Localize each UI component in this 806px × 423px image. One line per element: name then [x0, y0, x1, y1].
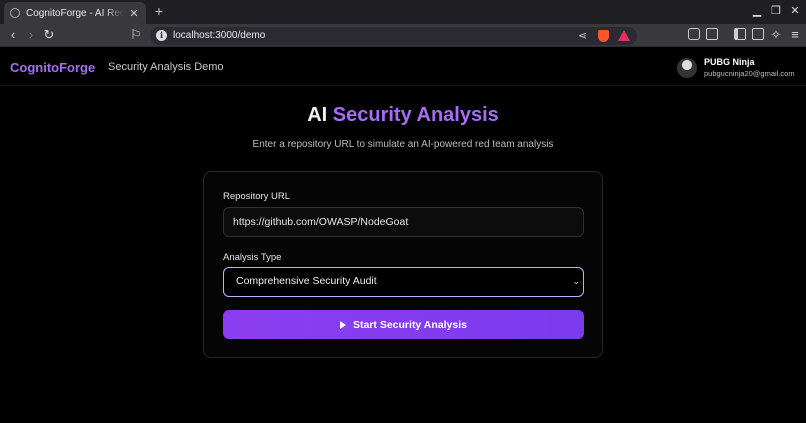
forward-icon[interactable]: › — [23, 27, 39, 43]
analysis-type-select[interactable]: Comprehensive Security Audit ⌄ — [223, 267, 584, 297]
start-analysis-button[interactable]: Start Security Analysis — [223, 310, 584, 339]
start-analysis-label: Start Security Analysis — [353, 318, 467, 331]
globe-icon — [10, 8, 20, 18]
info-icon[interactable]: i — [156, 30, 167, 41]
nav-link-security-demo[interactable]: Security Analysis Demo — [108, 61, 224, 73]
brave-rewards-icon[interactable] — [618, 30, 630, 41]
leo-icon[interactable] — [752, 28, 764, 40]
browser-tab[interactable]: CognitoForge - AI Red Team ✕ — [4, 2, 146, 24]
play-icon — [340, 320, 346, 329]
repo-url-label: Repository URL — [223, 191, 291, 202]
ai-sparkle-icon[interactable]: ✧ — [768, 27, 784, 43]
sidebar-icon[interactable] — [734, 28, 746, 40]
page-title-prefix: AI — [307, 104, 328, 126]
new-tab-button[interactable]: + — [152, 3, 166, 19]
brand-logo[interactable]: CognitoForge — [10, 60, 95, 75]
window-close-icon[interactable]: ✕ — [788, 4, 802, 17]
share-icon[interactable]: ⋖ — [578, 29, 587, 42]
app-header: CognitoForge Security Analysis Demo PUBG… — [0, 48, 806, 86]
browser-toolbar: ‹ › ↻ ⚐ i localhost:3000/demo ⋖ ✧ ≡ — [0, 24, 806, 47]
back-icon[interactable]: ‹ — [5, 27, 21, 43]
tab-strip: CognitoForge - AI Red Team ✕ + ▁ ❐ ✕ — [0, 0, 806, 24]
brave-shield-icon[interactable] — [598, 30, 609, 42]
menu-icon[interactable]: ≡ — [787, 27, 803, 43]
page-title: AI Security Analysis — [0, 104, 806, 127]
reload-icon[interactable]: ↻ — [41, 27, 57, 43]
analysis-type-label: Analysis Type — [223, 252, 282, 263]
repo-url-input[interactable]: https://github.com/OWASP/NodeGoat — [223, 207, 584, 237]
url-text[interactable]: localhost:3000/demo — [173, 30, 265, 41]
chevron-down-icon: ⌄ — [572, 276, 580, 286]
page-title-highlight: Security Analysis — [332, 104, 499, 126]
tab-title: CognitoForge - AI Red Team — [26, 7, 124, 19]
bookmark-icon[interactable]: ⚐ — [128, 27, 144, 43]
minimize-icon[interactable]: ▁ — [750, 4, 764, 17]
avatar[interactable] — [677, 58, 697, 78]
address-bar[interactable]: i localhost:3000/demo ⋖ — [150, 27, 637, 45]
user-name: PUBG Ninja — [704, 57, 755, 67]
restore-icon[interactable]: ❐ — [769, 4, 783, 17]
user-email: pubgucninja20@gmail.com — [704, 69, 795, 78]
extensions-icon[interactable] — [688, 28, 700, 40]
wallet-icon[interactable] — [706, 28, 718, 40]
analysis-form-card: Repository URL https://github.com/OWASP/… — [203, 171, 603, 358]
page-subtitle: Enter a repository URL to simulate an AI… — [252, 139, 554, 150]
analysis-type-value: Comprehensive Security Audit — [236, 275, 377, 287]
tab-close-icon[interactable]: ✕ — [128, 7, 140, 20]
